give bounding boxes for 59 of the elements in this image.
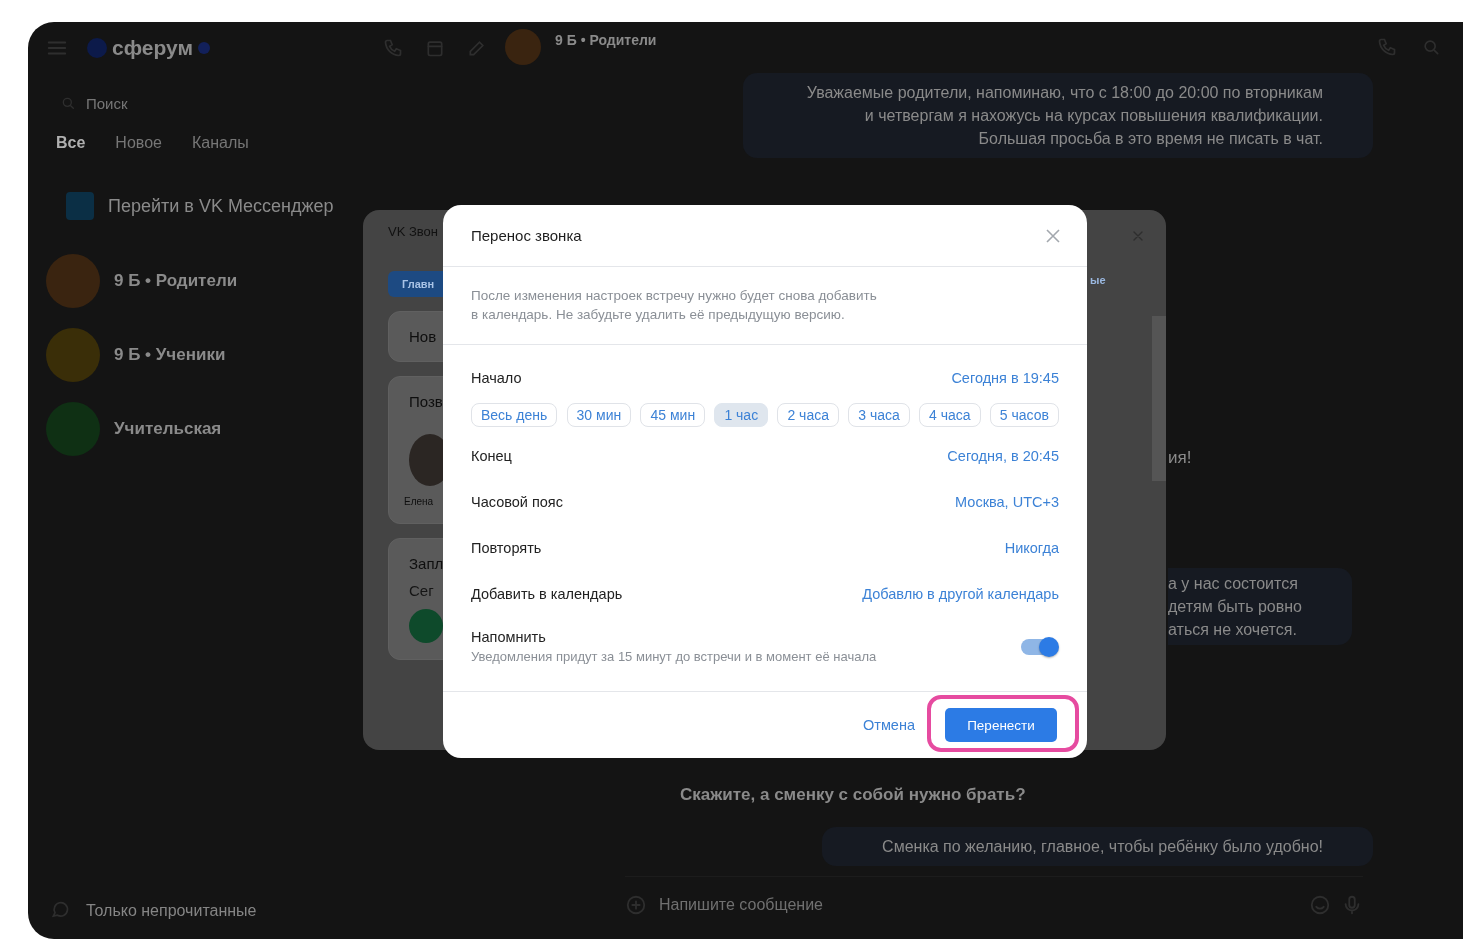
plus-icon[interactable] xyxy=(625,893,647,916)
logo-icon xyxy=(86,37,108,59)
message-text: Уважаемые родители, напоминаю, что с 18:00 до 20:00 по вторникам и четвергам я нахожусь на курсах повышения квалификации. Большая просьба в это время не писать в чат. xyxy=(743,72,1373,158)
chat-filter-tab[interactable]: Новое xyxy=(115,134,162,152)
field-label: Повторять xyxy=(471,540,542,556)
chat-name[interactable]: Учительская xyxy=(114,419,222,439)
close-icon[interactable] xyxy=(1045,227,1061,244)
cancel-link[interactable]: Отмена xyxy=(862,717,915,733)
field-label: Напомнить xyxy=(471,629,547,645)
chat-name[interactable]: 9 Б • Ученики xyxy=(114,345,226,365)
duration-chip[interactable]: Весь день xyxy=(471,403,558,427)
search-field[interactable]: Поиск xyxy=(84,93,287,113)
field-value-link[interactable]: Москва, UTC+3 xyxy=(955,494,1059,510)
message-text: ия! xyxy=(1168,447,1192,468)
message-text: Сменка по желанию, главное, чтобы ребёнку было удобно! xyxy=(822,826,1373,866)
reminder-toggle[interactable] xyxy=(1021,638,1057,655)
field-value-link[interactable]: Сегодня в 19:45 xyxy=(951,370,1059,386)
field-value-link[interactable]: Добавлю в другой календарь xyxy=(862,586,1059,602)
duration-chip[interactable]: 2 часа xyxy=(777,403,839,427)
phone-icon[interactable] xyxy=(1377,37,1397,58)
chat-filter-tab[interactable]: Каналы xyxy=(191,134,249,152)
smile-icon[interactable] xyxy=(1309,893,1331,916)
phone-icon[interactable] xyxy=(383,38,403,58)
chat-name[interactable]: 9 Б • Родители xyxy=(114,271,238,291)
chat-filter-tab[interactable]: Все xyxy=(56,134,86,152)
field-label: Добавить в календарь xyxy=(471,586,623,602)
dialog-title: Перенос звонка xyxy=(471,227,582,244)
unread-filter-label[interactable]: Только непрочитанные xyxy=(86,902,257,920)
dialog-note: После изменения настроек встречу нужно будет снова добавить в календарь. Не забудьте удалить её предыдущую версию. xyxy=(443,267,1087,345)
duration-chip[interactable]: 30 мин xyxy=(566,403,632,427)
chat-title: 9 Б • Родители xyxy=(555,32,657,48)
duration-chip[interactable]: 45 мин xyxy=(640,403,706,427)
field-hint: Уведомления придут за 15 минут до встречи и в момент её начала xyxy=(471,649,877,664)
field-label: Часовой пояс xyxy=(471,494,563,510)
compose-icon[interactable] xyxy=(467,38,487,58)
message-input[interactable]: Напишите сообщение xyxy=(657,894,1299,915)
field-label: Конец xyxy=(471,448,512,464)
person-name: Елена xyxy=(404,496,435,507)
search-icon[interactable] xyxy=(60,95,76,111)
duration-chip[interactable]: 5 часов xyxy=(989,403,1059,427)
reschedule-button[interactable]: Перенести xyxy=(945,708,1057,742)
message-text: а у нас состоится детям быть ровно аться не хочется. xyxy=(1168,567,1352,645)
scrollbar[interactable] xyxy=(1152,316,1166,481)
app-logo-text: сферум xyxy=(112,36,193,60)
card-title: Запл xyxy=(409,555,445,572)
card-title: Нов xyxy=(409,328,438,345)
field-value-link[interactable]: Никогда xyxy=(1004,540,1059,556)
search-icon[interactable] xyxy=(1421,37,1441,58)
tab-link[interactable]: ые xyxy=(1090,274,1106,286)
field-label: Начало xyxy=(471,370,522,386)
chat-avatar xyxy=(505,29,541,66)
card-date: Сег xyxy=(409,582,435,599)
duration-chip[interactable]: 3 часа xyxy=(848,403,910,427)
duration-chip[interactable]: 1 час xyxy=(714,403,769,427)
duration-chip[interactable]: 4 часа xyxy=(919,403,981,427)
field-value-link[interactable]: Сегодня, в 20:45 xyxy=(947,448,1059,464)
promo-link[interactable]: Перейти в VK Мессенджер xyxy=(108,195,334,217)
message-text: Скажите, а сменку с собой нужно брать? xyxy=(680,784,1026,805)
card-title: Позв xyxy=(409,393,444,410)
